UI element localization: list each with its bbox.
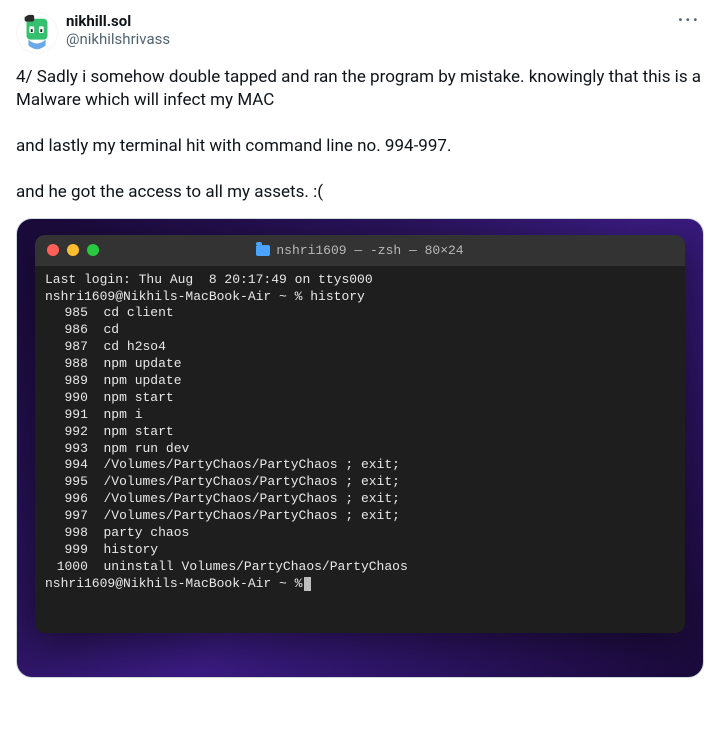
history-command: cd bbox=[104, 322, 120, 339]
history-row: 997/Volumes/PartyChaos/PartyChaos ; exit… bbox=[45, 508, 675, 525]
history-row: 985 cd client bbox=[45, 305, 675, 322]
history-row: 986 cd bbox=[45, 322, 675, 339]
history-row: 988 npm update bbox=[45, 356, 675, 373]
terminal-titlebar: nshri1609 — -zsh — 80×24 bbox=[35, 235, 685, 266]
history-row: 991 npm i bbox=[45, 407, 675, 424]
avatar-icon bbox=[17, 12, 57, 54]
author-name-block: nikhill.sol @nikhilshrivass bbox=[66, 12, 666, 48]
history-number: 999 bbox=[45, 542, 88, 559]
handle[interactable]: @nikhilshrivass bbox=[66, 30, 666, 48]
history-command: npm run dev bbox=[104, 441, 190, 458]
history-command: uninstall Volumes/PartyChaos/PartyChaos bbox=[104, 559, 408, 576]
tweet-text: 4/ Sadly i somehow double tapped and ran… bbox=[16, 66, 704, 204]
history-number: 1000 bbox=[45, 559, 88, 576]
history-number: 988 bbox=[45, 356, 88, 373]
history-number: 993 bbox=[45, 441, 88, 458]
history-row: 992 npm start bbox=[45, 424, 675, 441]
terminal-prompt-current: nshri1609@Nikhils-MacBook-Air ~ % bbox=[45, 576, 675, 593]
history-row: 994/Volumes/PartyChaos/PartyChaos ; exit… bbox=[45, 457, 675, 474]
history-number: 994 bbox=[45, 457, 88, 474]
history-command: npm i bbox=[104, 407, 143, 424]
history-row: 998 party chaos bbox=[45, 525, 675, 542]
history-number: 997 bbox=[45, 508, 88, 525]
history-command: /Volumes/PartyChaos/PartyChaos ; exit; bbox=[104, 508, 400, 525]
avatar[interactable] bbox=[16, 12, 58, 54]
terminal-last-login: Last login: Thu Aug 8 20:17:49 on ttys00… bbox=[45, 272, 675, 289]
history-row: 993 npm run dev bbox=[45, 441, 675, 458]
terminal-window: nshri1609 — -zsh — 80×24 Last login: Thu… bbox=[35, 235, 685, 633]
tweet-header: nikhill.sol @nikhilshrivass ··· bbox=[16, 12, 704, 54]
history-number: 989 bbox=[45, 373, 88, 390]
history-number: 987 bbox=[45, 339, 88, 356]
history-command: cd h2so4 bbox=[104, 339, 166, 356]
window-controls bbox=[47, 244, 99, 256]
history-number: 985 bbox=[45, 305, 88, 322]
terminal-body: Last login: Thu Aug 8 20:17:49 on ttys00… bbox=[35, 266, 685, 633]
history-row: 990 npm start bbox=[45, 390, 675, 407]
terminal-title: nshri1609 — -zsh — 80×24 bbox=[47, 243, 673, 258]
terminal-title-text: nshri1609 — -zsh — 80×24 bbox=[276, 243, 463, 258]
history-number: 995 bbox=[45, 474, 88, 491]
history-row: 987 cd h2so4 bbox=[45, 339, 675, 356]
history-number: 990 bbox=[45, 390, 88, 407]
history-command: /Volumes/PartyChaos/PartyChaos ; exit; bbox=[104, 457, 400, 474]
history-row: 999 history bbox=[45, 542, 675, 559]
history-command: party chaos bbox=[104, 525, 190, 542]
history-command: history bbox=[104, 542, 159, 559]
history-row: 1000 uninstall Volumes/PartyChaos/PartyCh… bbox=[45, 559, 675, 576]
history-row: 996/Volumes/PartyChaos/PartyChaos ; exit… bbox=[45, 491, 675, 508]
history-command: npm update bbox=[104, 373, 182, 390]
history-command: npm start bbox=[104, 424, 174, 441]
history-number: 996 bbox=[45, 491, 88, 508]
history-number: 991 bbox=[45, 407, 88, 424]
history-command: npm update bbox=[104, 356, 182, 373]
history-number: 992 bbox=[45, 424, 88, 441]
history-command: /Volumes/PartyChaos/PartyChaos ; exit; bbox=[104, 474, 400, 491]
more-button[interactable]: ··· bbox=[674, 12, 704, 30]
fullscreen-icon[interactable] bbox=[87, 244, 99, 256]
minimize-icon[interactable] bbox=[67, 244, 79, 256]
close-icon[interactable] bbox=[47, 244, 59, 256]
tweet-media[interactable]: nshri1609 — -zsh — 80×24 Last login: Thu… bbox=[16, 218, 704, 678]
history-row: 995/Volumes/PartyChaos/PartyChaos ; exit… bbox=[45, 474, 675, 491]
cursor-icon bbox=[304, 577, 311, 591]
history-number: 986 bbox=[45, 322, 88, 339]
history-command: npm start bbox=[104, 390, 174, 407]
history-row: 989 npm update bbox=[45, 373, 675, 390]
history-number: 998 bbox=[45, 525, 88, 542]
display-name[interactable]: nikhill.sol bbox=[66, 12, 666, 30]
history-command: cd client bbox=[104, 305, 174, 322]
folder-icon bbox=[256, 245, 270, 256]
terminal-prompt-text: nshri1609@Nikhils-MacBook-Air ~ % bbox=[45, 576, 302, 593]
terminal-prompt-history: nshri1609@Nikhils-MacBook-Air ~ % histor… bbox=[45, 289, 675, 306]
history-command: /Volumes/PartyChaos/PartyChaos ; exit; bbox=[104, 491, 400, 508]
